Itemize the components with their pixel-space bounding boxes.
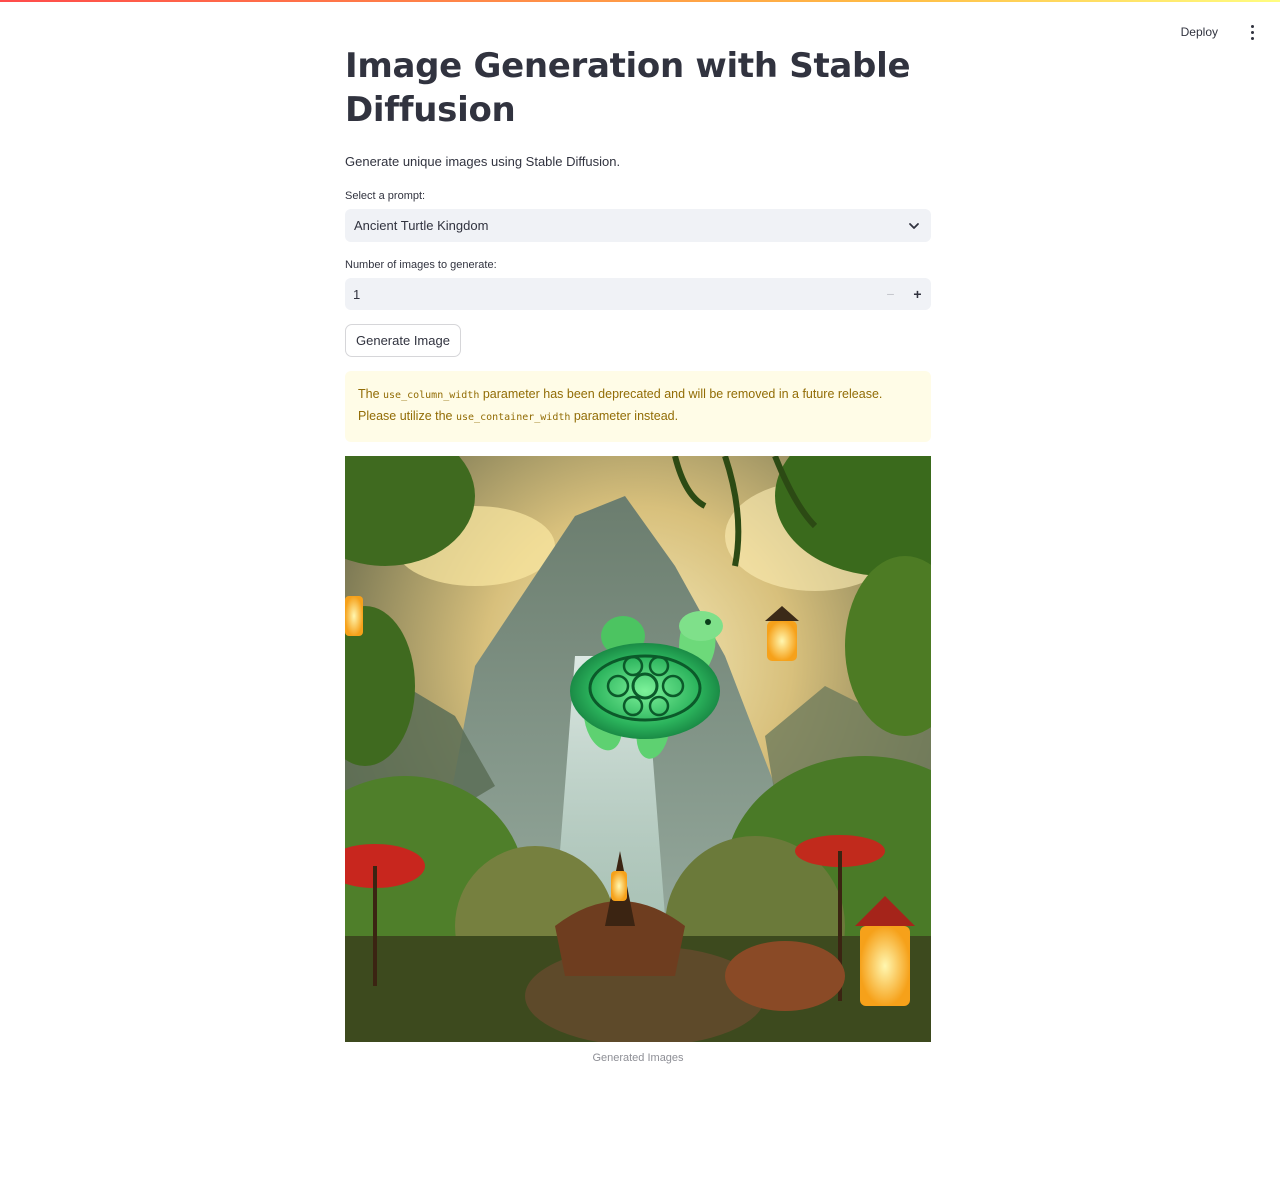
warning-code-1: use_column_width xyxy=(383,390,480,401)
prompt-select-value: Ancient Turtle Kingdom xyxy=(354,218,489,233)
warning-text-1: The xyxy=(358,387,384,401)
deploy-button[interactable]: Deploy xyxy=(1175,21,1224,43)
count-input-label: Number of images to generate: xyxy=(345,259,497,271)
generate-image-button[interactable]: Generate Image xyxy=(345,324,461,357)
top-decoration-bar xyxy=(0,0,1280,2)
deprecation-warning: The use_column_width parameter has been … xyxy=(345,371,931,442)
page-subtitle: Generate unique images using Stable Diff… xyxy=(345,154,621,169)
image-caption: Generated Images xyxy=(592,1052,684,1064)
prompt-select-label: Select a prompt: xyxy=(345,190,426,202)
count-number-input: 1 − + xyxy=(345,278,931,310)
generated-image xyxy=(345,456,931,1042)
app-toolbar: Deploy xyxy=(1175,20,1260,44)
page-title: Image Generation with Stable Diffusion xyxy=(345,46,911,130)
increment-button[interactable]: + xyxy=(904,278,931,310)
main-content: Image Generation with Stable Diffusion G… xyxy=(345,44,931,1064)
warning-code-2: use_container_width xyxy=(455,412,571,423)
count-input-field[interactable]: 1 xyxy=(345,287,877,302)
chevron-down-icon xyxy=(907,219,921,233)
warning-text-3: parameter instead. xyxy=(570,409,679,423)
kebab-menu-icon[interactable] xyxy=(1244,20,1260,44)
decrement-button[interactable]: − xyxy=(877,278,904,310)
prompt-select[interactable]: Ancient Turtle Kingdom xyxy=(345,209,931,242)
